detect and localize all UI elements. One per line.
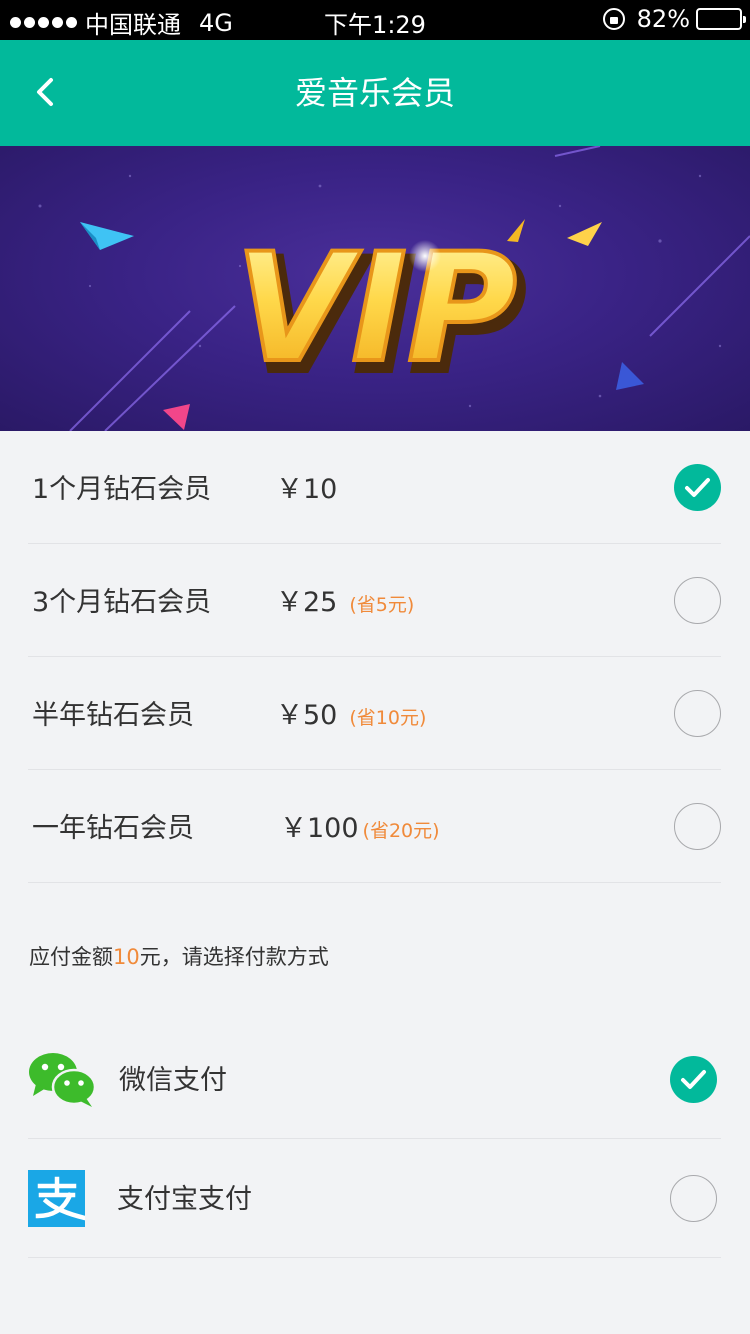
payment-option-alipay[interactable]: 支付宝支付 [28,1139,721,1258]
payment-label: 微信支付 [119,1065,227,1096]
rotation-lock-icon [602,8,625,30]
plan-name: 1个月钻石会员 [32,474,212,505]
payment-radio[interactable] [670,1056,717,1103]
navigation-bar: 爱音乐会员 [0,40,750,146]
amount-value: 10 [113,945,140,969]
plan-radio[interactable] [674,464,721,511]
plan-price: ￥10 [276,431,337,544]
payment-radio[interactable] [670,1175,717,1222]
plan-radio[interactable] [674,803,721,850]
plan-option-half-year[interactable]: 半年钻石会员 ￥50 (省10元) [28,657,721,770]
plan-price-value: ￥10 [276,474,338,505]
vip-text: VIP [235,222,517,396]
membership-plan-list: 1个月钻石会员 ￥10 3个月钻石会员 ￥25 (省5元) 半年钻石会员 ￥50 (… [28,431,721,883]
plan-name: 半年钻石会员 [32,700,194,731]
blue-triangle-decor [80,222,134,250]
status-right: 82% [602,5,746,33]
plan-price: ￥50 (省10元) [276,657,426,770]
wechat-pay-icon [28,1052,97,1112]
checkmark-icon [685,478,710,497]
chevron-left-icon [37,78,53,106]
plan-savings: (省20元) [362,820,440,842]
pink-triangle-decor [163,404,190,430]
amount-suffix: 元，请选择付款方式 [139,945,329,969]
navy-triangle-decor [616,362,644,390]
plan-savings: (省5元) [349,594,415,616]
status-bar: 中国联通 4G 下午1:29 82% [0,0,750,40]
plan-option-1-month[interactable]: 1个月钻石会员 ￥10 [28,431,721,544]
vip-logo: VIP VIP [233,220,528,409]
amount-prefix: 应付金额 [29,945,113,969]
plan-option-1-year[interactable]: 一年钻石会员 ￥100 (省20元) [28,770,721,883]
plan-option-3-months[interactable]: 3个月钻石会员 ￥25 (省5元) [28,544,721,657]
plan-price-value: ￥25 [276,587,338,618]
vip-purchase-page: 中国联通 4G 下午1:29 82% 爱音乐会员 VIP VIP 1个月钻石会员… [0,0,750,1334]
plan-name: 一年钻石会员 [32,813,194,844]
plan-radio[interactable] [674,577,721,624]
payment-method-list: 微信支付 支付宝支付 [28,1020,721,1258]
yellow-triangle-decor [567,222,602,246]
plan-price: ￥25 (省5元) [276,544,414,657]
plan-name: 3个月钻石会员 [32,587,212,618]
vip-banner-graphic: VIP VIP [38,146,750,431]
sparkle-icon [409,240,441,272]
plan-radio[interactable] [674,690,721,737]
back-button[interactable] [18,64,74,120]
battery-percentage: 82% [636,5,690,33]
plan-price-value: ￥100 [280,813,359,844]
checkmark-icon [681,1070,706,1089]
vip-banner: VIP VIP [0,146,750,431]
payment-label: 支付宝支付 [117,1184,252,1215]
plan-price-value: ￥50 [276,700,338,731]
plan-savings: (省10元) [349,707,427,729]
alipay-icon [28,1170,88,1231]
payment-option-wechat[interactable]: 微信支付 [28,1020,721,1139]
plan-price: ￥100 (省20元) [280,770,440,883]
battery-icon [696,8,746,30]
payment-amount-prompt: 应付金额10元，请选择付款方式 [29,941,329,971]
page-title: 爱音乐会员 [294,74,455,112]
